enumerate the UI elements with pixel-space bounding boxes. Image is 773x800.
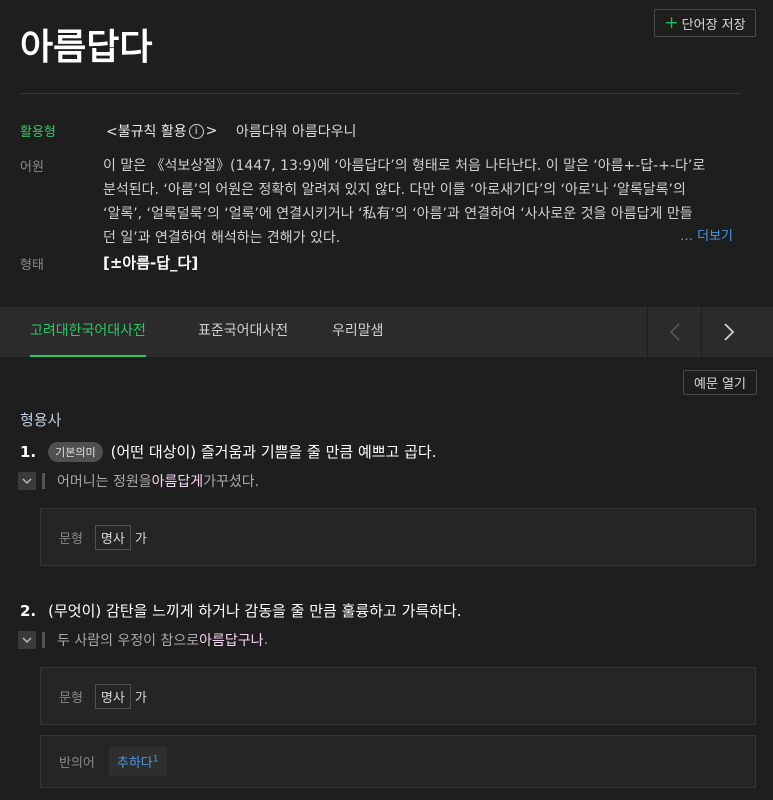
etymology-line: ‘알록’, ‘얼룩덜룩’의 ‘얼룩’에 연결시키거나 ‘私有’의 ‘아름’과 연… <box>103 206 693 222</box>
etymology-line: 던 일’과 연결하여 해석하는 견해가 있다. <box>103 230 341 246</box>
pattern-particle: 가 <box>134 531 147 547</box>
save-button-label: 단어장 저장 <box>681 17 746 33</box>
chevron-right-icon <box>723 323 734 341</box>
sense-number: 2. <box>20 601 37 620</box>
chevron-down-icon <box>22 637 32 644</box>
sentence-pattern-box: 문형 명사 가 <box>40 508 756 566</box>
pattern-label: 문형 <box>59 690 83 706</box>
etymology-label: 어원 <box>20 160 44 175</box>
next-tab-button[interactable] <box>701 307 755 357</box>
tab-standard-dictionary[interactable]: 표준국어대사전 <box>198 307 288 357</box>
chevron-left-icon <box>669 323 680 341</box>
plus-icon: + <box>664 12 679 33</box>
info-icon[interactable]: i <box>188 123 204 139</box>
example-bar <box>42 632 45 648</box>
example-highlight: 아름답구나 <box>199 633 264 649</box>
prev-tab-button[interactable] <box>647 307 701 357</box>
pattern-chip: 명사 <box>94 524 131 550</box>
example-text-pre: 어머니는 정원을 <box>57 474 152 490</box>
sense-1: 1. 기본의미 (어떤 대상이) 즐거움과 기쁨을 줄 만큼 예쁘고 곱다. <box>20 441 436 462</box>
pattern-label: 문형 <box>59 531 83 547</box>
antonym-word: 추하다 <box>116 756 153 771</box>
page-title: 아름답다 <box>20 27 153 68</box>
sentence-pattern-box: 문형 명사 가 <box>40 667 756 725</box>
antonym-label: 반의어 <box>59 756 95 771</box>
example-text-post: 가꾸셨다. <box>203 474 260 490</box>
pattern-chip: 명사 <box>94 683 131 709</box>
example-highlight: 아름답게 <box>151 474 204 490</box>
conjugated-forms: 아름다워 아름다우니 <box>236 124 357 140</box>
part-of-speech: 형용사 <box>20 411 62 429</box>
sense-definition: (무엇이) 감탄을 느끼게 하거나 감동을 줄 만큼 훌륭하고 가륵하다. <box>48 602 462 620</box>
expand-example-toggle[interactable] <box>18 472 36 490</box>
expand-example-toggle[interactable] <box>18 631 36 649</box>
more-ellipsis: … <box>680 229 693 244</box>
save-to-wordbook-button[interactable]: + 단어장 저장 <box>654 9 756 37</box>
tab-urimalsaem[interactable]: 우리말샘 <box>332 307 384 357</box>
antonym-homonym-number: 1 <box>152 754 159 765</box>
etymology-line: 분석된다. ‘아름’의 어원은 정확히 알려져 있지 않다. 다만 이를 ‘아로… <box>103 182 686 198</box>
open-examples-button[interactable]: 예문 열기 <box>683 370 757 395</box>
antonym-box: 반의어 추하다1 <box>40 735 756 788</box>
more-link[interactable]: … 더보기 <box>680 225 733 244</box>
irregular-close: > <box>205 123 218 139</box>
conjugation-label: 활용형 <box>20 125 56 140</box>
etymology-text: 이 말은 《석보상절》(1447, 13:9)에 ‘아름답다’의 형태로 처음 … <box>103 154 753 250</box>
header-divider <box>20 93 741 94</box>
sense-definition: (어떤 대상이) 즐거움과 기쁨을 줄 만큼 예쁘고 곱다. <box>110 443 437 461</box>
basic-meaning-badge: 기본의미 <box>48 441 103 462</box>
dictionary-tab-bar: 고려대한국어대사전 표준국어대사전 우리말샘 <box>0 307 773 357</box>
tab-korea-univ-dictionary[interactable]: 고려대한국어대사전 <box>30 307 146 357</box>
sense-number: 1. <box>20 442 37 461</box>
etymology-line: 이 말은 《석보상절》(1447, 13:9)에 ‘아름답다’의 형태로 처음 … <box>103 158 706 174</box>
example-text-pre: 두 사람의 우정이 참으로 <box>57 633 200 649</box>
pattern-particle: 가 <box>134 690 147 706</box>
antonym-link[interactable]: 추하다1 <box>108 747 167 776</box>
form-label: 형태 <box>20 258 44 273</box>
more-label: 더보기 <box>697 229 734 244</box>
form-value: [±아름-답_다] <box>103 254 199 272</box>
example-row: 어머니는 정원을 아름답게 가꾸셨다. <box>18 471 259 491</box>
example-text-post: . <box>263 632 269 648</box>
example-bar <box>42 473 45 489</box>
chevron-down-icon <box>22 478 32 485</box>
sense-2: 2. (무엇이) 감탄을 느끼게 하거나 감동을 줄 만큼 훌륭하고 가륵하다. <box>20 600 462 621</box>
example-row: 두 사람의 우정이 참으로 아름답구나 . <box>18 630 268 650</box>
irregular-label: <불규칙 활용 <box>106 124 187 140</box>
irregular-conjugation: <불규칙 활용 i > <box>106 121 217 141</box>
